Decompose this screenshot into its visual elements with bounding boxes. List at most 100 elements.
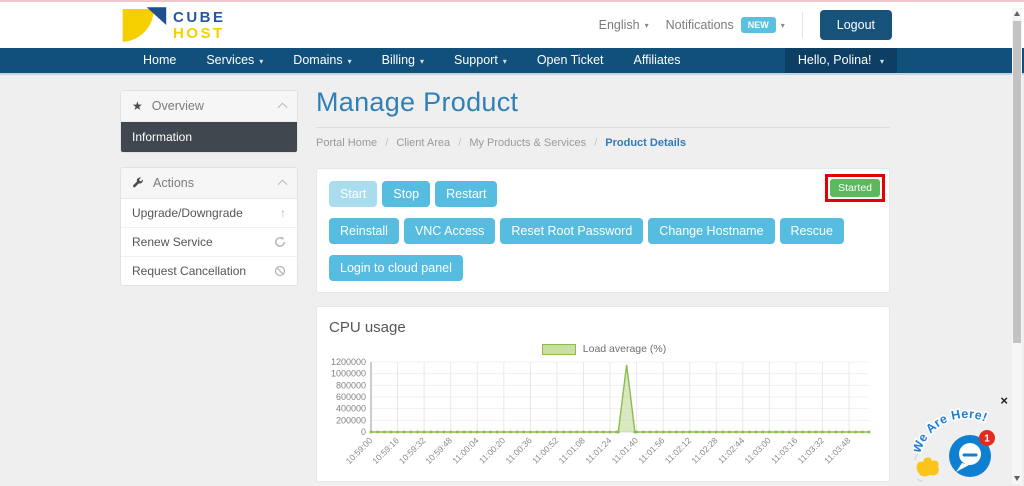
svg-text:11:02:44: 11:02:44 — [716, 435, 746, 465]
svg-text:10:59:32: 10:59:32 — [397, 435, 428, 466]
language-selector[interactable]: English ▾ — [599, 18, 649, 32]
scroll-down-arrow-icon[interactable] — [1014, 476, 1020, 481]
breadcrumb-my-products[interactable]: My Products & Services — [469, 137, 586, 149]
logout-button[interactable]: Logout — [820, 10, 892, 40]
chat-bubble-icon[interactable]: We Are Here! 1 — [914, 404, 1018, 484]
cpu-usage-panel: CPU usage Load average (%) 0 200000400000… — [316, 306, 890, 482]
cubehost-logo[interactable]: CUBE HOST — [120, 5, 226, 45]
svg-text:1: 1 — [984, 434, 990, 445]
waving-hand-icon — [915, 454, 939, 481]
svg-text:10:59:48: 10:59:48 — [423, 435, 454, 466]
logo-line2: HOST — [173, 26, 226, 42]
cpu-usage-title: CPU usage — [329, 319, 879, 336]
svg-text:11:01:40: 11:01:40 — [610, 435, 640, 465]
actions-panel: Actions Upgrade/Downgrade ↑ Renew Servic… — [120, 167, 298, 286]
nav-item-domains[interactable]: Domains▾ — [278, 48, 366, 73]
logo-line1: CUBE — [173, 10, 226, 26]
rescue-button[interactable]: Rescue — [780, 218, 844, 244]
change-hostname-button[interactable]: Change Hostname — [648, 218, 774, 244]
caret-down-icon: ▾ — [420, 57, 424, 66]
ban-icon — [274, 265, 286, 277]
sidebar-item-information[interactable]: Information — [121, 122, 297, 152]
header-divider — [802, 12, 803, 38]
svg-text:10:59:16: 10:59:16 — [370, 435, 401, 466]
nav-item-affiliates[interactable]: Affiliates — [619, 48, 696, 73]
cubehost-logo-icon — [120, 5, 168, 45]
svg-text:11:03:00: 11:03:00 — [743, 435, 773, 465]
chat-widget: × We Are Here! 1 — [914, 396, 1018, 484]
nav-item-services[interactable]: Services▾ — [191, 48, 278, 73]
legend-swatch — [542, 344, 576, 355]
overview-title: Overview — [152, 99, 204, 113]
svg-text:11:03:32: 11:03:32 — [796, 435, 826, 465]
caret-down-icon: ▾ — [259, 57, 263, 66]
nav-item-open-ticket[interactable]: Open Ticket — [522, 48, 619, 73]
power-buttons-row: Start Stop Restart — [329, 181, 877, 207]
page: CUBE HOST English ▾ Notifications NEW ▾ … — [0, 0, 1024, 486]
svg-text:11:00:04: 11:00:04 — [450, 435, 480, 465]
caret-down-icon: ▾ — [645, 21, 649, 30]
nav-item-billing[interactable]: Billing▾ — [367, 48, 439, 73]
stop-button[interactable]: Stop — [382, 181, 430, 207]
breadcrumb-client-area[interactable]: Client Area — [396, 137, 450, 149]
svg-text:0: 0 — [361, 427, 366, 437]
breadcrumb-portal-home[interactable]: Portal Home — [316, 137, 377, 149]
star-icon: ★ — [132, 99, 143, 113]
svg-text:800000: 800000 — [336, 380, 366, 390]
header-controls: English ▾ Notifications NEW ▾ Logout — [599, 2, 892, 48]
reset-root-password-button[interactable]: Reset Root Password — [500, 218, 643, 244]
wrench-icon — [132, 177, 144, 189]
title-divider — [316, 127, 890, 128]
scroll-up-arrow-icon[interactable] — [1014, 11, 1020, 16]
svg-text:11:02:28: 11:02:28 — [689, 435, 719, 465]
svg-text:11:01:08: 11:01:08 — [557, 435, 587, 465]
caret-down-icon: ▾ — [781, 21, 785, 30]
scrollbar-thumb[interactable] — [1013, 21, 1021, 343]
actions-title: Actions — [153, 176, 194, 190]
svg-text:600000: 600000 — [336, 392, 366, 402]
svg-text:1200000: 1200000 — [331, 357, 366, 367]
svg-text:200000: 200000 — [336, 415, 366, 425]
sidebar-item-renew-service[interactable]: Renew Service — [121, 228, 297, 257]
nav-item-support[interactable]: Support▾ — [439, 48, 522, 73]
cpu-load-chart: 0 200000400000 600000 8000001000000 1200000 1… — [329, 356, 877, 470]
reinstall-button[interactable]: Reinstall — [329, 218, 399, 244]
svg-text:400000: 400000 — [336, 404, 366, 414]
start-button[interactable]: Start — [329, 181, 377, 207]
vertical-scrollbar[interactable] — [1012, 8, 1022, 484]
notifications-label: Notifications — [666, 18, 734, 32]
refresh-icon — [274, 236, 286, 248]
restart-button[interactable]: Restart — [435, 181, 497, 207]
actions-header[interactable]: Actions — [121, 168, 297, 199]
sidebar-item-upgrade-downgrade[interactable]: Upgrade/Downgrade ↑ — [121, 199, 297, 228]
caret-down-icon: ▾ — [348, 57, 352, 66]
sidebar-item-request-cancellation[interactable]: Request Cancellation — [121, 257, 297, 285]
notifications-menu[interactable]: Notifications NEW ▾ — [666, 17, 785, 33]
level-up-icon: ↑ — [280, 206, 286, 220]
user-menu[interactable]: Hello, Polina! ▾ — [785, 48, 897, 73]
svg-text:11:03:16: 11:03:16 — [769, 435, 799, 465]
cpu-chart-wrap: 0 200000400000 600000 8000001000000 1200000 1… — [329, 356, 879, 475]
panel-login-row: Login to cloud panel — [329, 255, 877, 281]
chart-legend: Load average (%) — [329, 343, 879, 355]
svg-text:11:03:48: 11:03:48 — [822, 435, 852, 465]
new-badge: NEW — [741, 17, 776, 33]
vnc-access-button[interactable]: VNC Access — [404, 218, 495, 244]
svg-text:10:59:00: 10:59:00 — [344, 435, 375, 466]
main-navbar: Home Services▾ Domains▾ Billing▾ Support… — [0, 48, 1024, 75]
login-cloud-panel-button[interactable]: Login to cloud panel — [329, 255, 463, 281]
status-badge: Started — [830, 179, 880, 197]
overview-header[interactable]: ★ Overview — [121, 91, 297, 122]
main-content: Manage Product Portal Home / Client Area… — [316, 87, 890, 486]
svg-text:11:02:12: 11:02:12 — [663, 435, 693, 465]
manage-buttons-row: Reinstall VNC Access Reset Root Password… — [329, 218, 877, 244]
svg-text:11:00:20: 11:00:20 — [477, 435, 507, 465]
user-greeting: Hello, Polina! — [798, 53, 872, 67]
overview-panel: ★ Overview Information — [120, 90, 298, 153]
nav-item-home[interactable]: Home — [128, 48, 191, 73]
caret-down-icon: ▾ — [503, 57, 507, 66]
chevron-up-icon — [278, 180, 288, 190]
svg-text:11:00:52: 11:00:52 — [530, 435, 560, 465]
svg-text:1000000: 1000000 — [331, 369, 366, 379]
page-title: Manage Product — [316, 87, 890, 118]
